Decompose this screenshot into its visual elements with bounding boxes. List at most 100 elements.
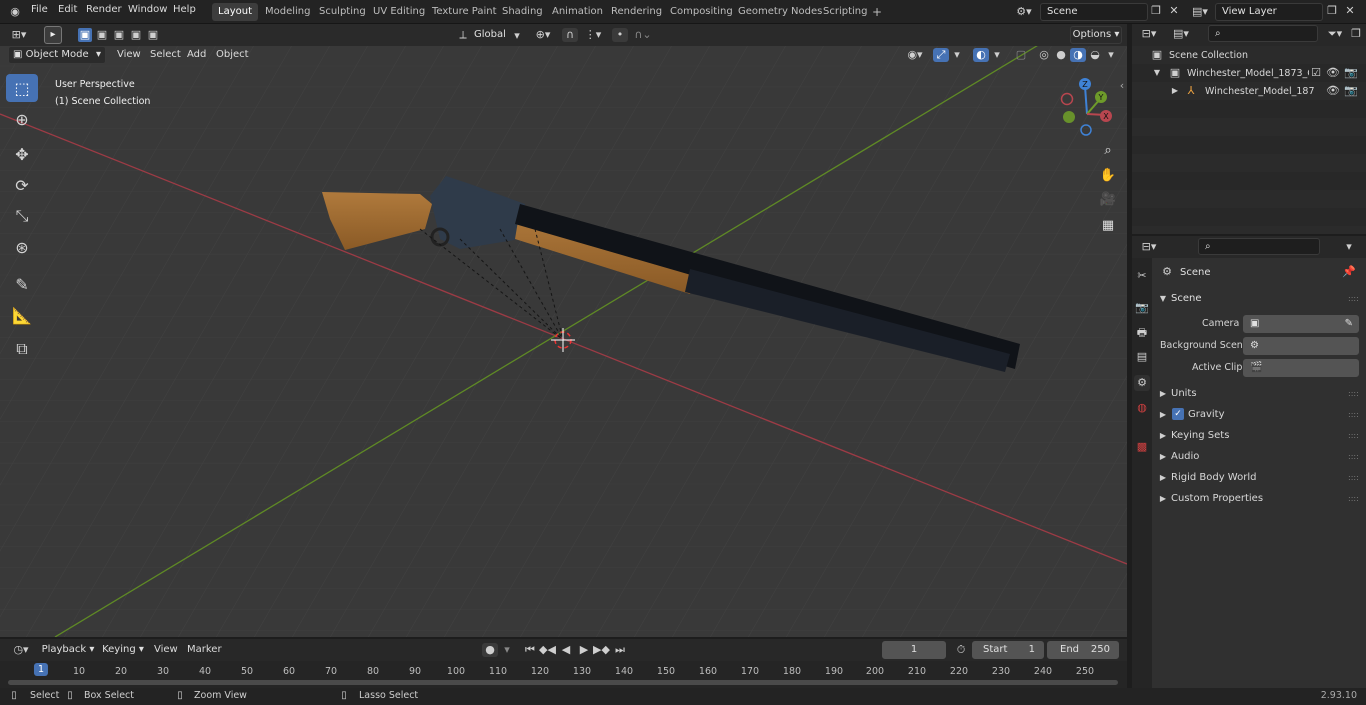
blender-logo-icon[interactable]: ◉ — [8, 5, 22, 19]
snap-icon[interactable]: ∩ — [562, 28, 578, 42]
timeline-marker-menu[interactable]: Marker — [187, 644, 222, 655]
annotate-tool-icon[interactable]: ✎ — [6, 270, 38, 298]
new-view-layer-icon[interactable]: ❐ — [1324, 4, 1340, 18]
new-scene-icon[interactable]: ❐ — [1148, 4, 1164, 18]
shading-rendered-icon[interactable]: ◒ — [1087, 48, 1103, 62]
sidebar-toggle-icon[interactable]: ‹ — [1117, 79, 1127, 93]
gizmo-dropdown-icon[interactable]: ▾ — [951, 48, 963, 62]
camera-view-icon[interactable]: 🎥 — [1097, 189, 1119, 211]
section-gravity[interactable]: ▶ ✓ Gravity :::: — [1154, 406, 1364, 424]
stopwatch-icon[interactable]: ⏱ — [953, 643, 969, 657]
menu-select[interactable]: Select — [150, 49, 181, 60]
menu-object[interactable]: Object — [216, 49, 249, 60]
pin-icon[interactable]: 📌 — [1342, 265, 1356, 279]
scale-tool-icon[interactable]: ⤡ — [6, 202, 38, 230]
tab-sculpting[interactable]: Sculpting — [313, 3, 372, 21]
options-button[interactable]: Options ▾ — [1070, 26, 1122, 44]
gizmo-toggle-icon[interactable]: ⤢ — [933, 48, 949, 62]
outliner-row-collection[interactable]: ▼ ▣ Winchester_Model_1873_Colc ☑ 👁 📷 — [1132, 64, 1366, 82]
new-collection-icon[interactable]: ❐ — [1348, 27, 1364, 41]
pivot-icon[interactable]: ⊕▾ — [532, 28, 554, 42]
properties-options-icon[interactable]: ▾ — [1342, 240, 1356, 254]
eye-icon[interactable]: 👁 — [1326, 66, 1340, 80]
scene-icon[interactable]: ⚙▾ — [1013, 5, 1035, 19]
playback-menu[interactable]: Playback ▾ — [40, 641, 96, 659]
shading-material-icon[interactable]: ◑ — [1070, 48, 1086, 62]
section-units[interactable]: ▶ Units :::: — [1154, 385, 1364, 403]
menu-window[interactable]: Window — [128, 4, 167, 15]
play-icon[interactable]: ▶ — [576, 643, 592, 657]
current-frame-marker[interactable]: 1 — [33, 663, 49, 676]
select-tool-icon[interactable]: ▸ — [44, 26, 62, 44]
editor-type-icon[interactable]: ⊞▾ — [8, 28, 30, 42]
mode-intersect-icon[interactable]: ▣ — [146, 28, 160, 42]
background-scene-field[interactable]: ⚙ — [1243, 337, 1359, 355]
camera-render-icon[interactable]: 📷 — [1344, 66, 1358, 80]
viewport-scene[interactable]: Z Y X — [0, 24, 1127, 637]
delete-scene-icon[interactable]: ✕ — [1166, 4, 1182, 18]
mode-subtract-icon[interactable]: ▣ — [112, 28, 126, 42]
shading-solid-icon[interactable]: ● — [1053, 48, 1069, 62]
expand-chevron-icon[interactable]: ▼ — [1152, 66, 1162, 80]
properties-search-input[interactable]: ⌕ — [1198, 238, 1320, 255]
start-frame-field[interactable]: Start 1 — [972, 641, 1044, 659]
scene-tab-icon[interactable]: ⚙ — [1134, 375, 1150, 391]
menu-render[interactable]: Render — [86, 4, 122, 15]
camera-render-icon[interactable]: 📷 — [1344, 84, 1358, 98]
tab-geometry-nodes[interactable]: Geometry Nodes — [732, 3, 828, 21]
timeline-scrollbar[interactable] — [8, 680, 1118, 685]
render-tab-icon[interactable]: 📷 — [1134, 300, 1150, 316]
transform-tool-icon[interactable]: ⊛ — [6, 233, 38, 261]
record-icon[interactable]: ● — [482, 643, 498, 657]
timeline-editor-icon[interactable]: ◷▾ — [8, 643, 34, 657]
outliner-row-scene-collection[interactable]: ▣ Scene Collection — [1132, 46, 1366, 64]
3d-viewport[interactable]: Z Y X User Perspective (1) Scene Collect… — [0, 24, 1127, 637]
scene-panel-header[interactable]: ▼ Scene :::: — [1154, 290, 1364, 308]
orientation-icon[interactable]: ⟂ — [456, 28, 470, 42]
timeline-scrubber[interactable]: 1 10 20 30 40 50 60 70 80 90 100 110 120… — [0, 661, 1127, 688]
tab-texture-paint[interactable]: Texture Paint — [426, 3, 503, 21]
scene-name-field[interactable]: Scene — [1040, 3, 1148, 21]
mode-extend-icon[interactable]: ▣ — [95, 28, 109, 42]
tab-layout[interactable]: Layout — [212, 3, 258, 21]
prev-keyframe-icon[interactable]: ◆◀ — [539, 643, 556, 657]
tab-animation[interactable]: Animation — [546, 3, 609, 21]
section-rigid-body-world[interactable]: ▶ Rigid Body World :::: — [1154, 469, 1364, 487]
view-layer-icon[interactable]: ▤▾ — [1189, 5, 1211, 19]
tab-rendering[interactable]: Rendering — [605, 3, 668, 21]
menu-add[interactable]: Add — [187, 49, 206, 60]
shading-dropdown-icon[interactable]: ▾ — [1105, 48, 1117, 62]
snap-target-icon[interactable]: ⋮▾ — [580, 28, 606, 42]
zoom-icon[interactable]: ⌕ — [1097, 140, 1119, 162]
end-frame-field[interactable]: End 250 — [1047, 641, 1119, 659]
world-tab-icon[interactable]: ◍ — [1134, 400, 1150, 416]
add-workspace-button[interactable]: + — [866, 3, 888, 21]
next-keyframe-icon[interactable]: ▶◆ — [593, 643, 610, 657]
measure-tool-icon[interactable]: 📐 — [6, 301, 38, 329]
falloff-icon[interactable]: ∩⌄ — [632, 28, 654, 42]
overlay-toggle-icon[interactable]: ◐ — [973, 48, 989, 62]
section-keying-sets[interactable]: ▶ Keying Sets :::: — [1154, 427, 1364, 445]
eye-icon[interactable]: 👁 — [1326, 84, 1340, 98]
play-reverse-icon[interactable]: ◀ — [558, 643, 574, 657]
delete-view-layer-icon[interactable]: ✕ — [1342, 4, 1358, 18]
jump-start-icon[interactable]: ⏮ — [522, 643, 538, 657]
jump-end-icon[interactable]: ⏭ — [612, 643, 628, 657]
xray-icon[interactable]: ▢ — [1013, 48, 1029, 62]
rotate-tool-icon[interactable]: ⟳ — [6, 171, 38, 199]
display-mode-icon[interactable]: ▤▾ — [1170, 27, 1192, 41]
output-tab-icon[interactable]: 🖶 — [1134, 325, 1150, 341]
record-options-icon[interactable]: ▾ — [500, 643, 514, 657]
tab-uv-editing[interactable]: UV Editing — [367, 3, 431, 21]
mode-invert-icon[interactable]: ▣ — [129, 28, 143, 42]
outliner-search-input[interactable]: ⌕ — [1208, 25, 1318, 42]
overlay-dropdown-icon[interactable]: ▾ — [991, 48, 1003, 62]
pan-hand-icon[interactable]: ✋ — [1097, 165, 1119, 187]
texture-tab-icon[interactable]: ▩ — [1134, 439, 1150, 455]
move-tool-icon[interactable]: ✥ — [6, 140, 38, 168]
mode-select[interactable]: ▣ Object Mode ▾ — [8, 46, 106, 64]
active-clip-field[interactable]: 🎬 — [1243, 359, 1359, 377]
current-frame-field[interactable]: 1 — [882, 641, 946, 659]
outliner-editor-icon[interactable]: ⊟▾ — [1138, 27, 1160, 41]
tab-modeling[interactable]: Modeling — [259, 3, 317, 21]
